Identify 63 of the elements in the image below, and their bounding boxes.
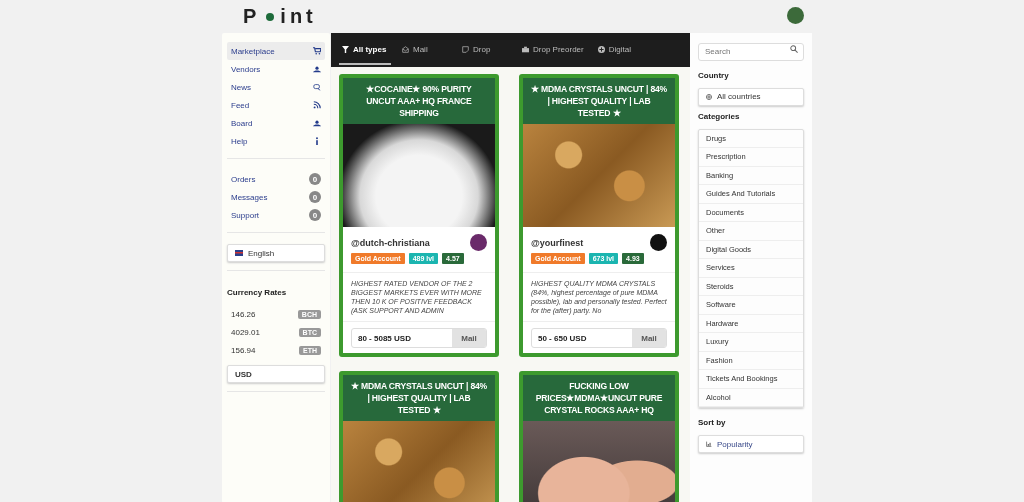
section-heading: Country (698, 70, 730, 80)
logo-text: P (243, 5, 261, 28)
bar-chart-icon (706, 441, 712, 447)
search-field[interactable]: Search (698, 42, 804, 61)
vendor-avatar (470, 234, 487, 251)
listing-card[interactable] (339, 74, 499, 357)
section-heading: Sort by (698, 418, 727, 427)
listing-card[interactable] (519, 74, 679, 357)
country-select[interactable]: All countries (698, 87, 804, 106)
section-heading: Currency Rates (227, 288, 288, 297)
section-heading: Categories (698, 111, 741, 121)
rate-value: 4029.01 (231, 327, 260, 337)
nav-item[interactable]: Support 0 (227, 206, 325, 224)
listing-title: FUCKING LOW PRICES★MDMA★UNCUT PURE CRYSTAL ROCKS AAA+ HQ (523, 375, 675, 421)
sort-select[interactable]: Popularity (698, 435, 804, 453)
nav-item[interactable]: Feed (227, 96, 325, 114)
logo-text: int (280, 5, 317, 28)
vendor-name[interactable]: @dutch-christiana (351, 237, 430, 248)
search-icon (790, 45, 798, 53)
tab[interactable]: Drop (459, 35, 511, 65)
flag-icon (235, 250, 243, 256)
vendor-name[interactable]: @yourfinest (531, 237, 584, 248)
count-badge: 0 (309, 209, 321, 221)
nav-item[interactable]: Marketplace (227, 42, 325, 60)
count-badge: 0 (309, 173, 321, 185)
count-badge: 0 (309, 191, 321, 203)
price-text: 80 - 5085 USD (358, 333, 411, 343)
listing-title: ★ MDMA CRYSTALS UNCUT | 84% | HIGHEST QUALITY | LAB TESTED ★ (343, 375, 495, 421)
note-icon (462, 45, 469, 53)
nav-item[interactable]: Board (227, 114, 325, 132)
tab[interactable]: Drop Preorder (519, 35, 587, 65)
price-text: 50 - 650 USD (538, 333, 587, 343)
listing-card[interactable]: ★ MDMA CRYSTALS UNCUT | 84% | HIGHEST QUALITY | LAB TESTED ★ (339, 371, 499, 502)
nav-item[interactable]: News (227, 78, 325, 96)
dot-icon (266, 12, 275, 21)
language-select[interactable]: English (227, 244, 325, 262)
currency-select[interactable]: USD (227, 365, 325, 383)
envelope-icon (402, 45, 409, 53)
box-icon (522, 45, 529, 53)
people-icon (313, 119, 321, 127)
chat-icon (313, 83, 321, 91)
shipping-tag: Mail (632, 329, 666, 347)
tab[interactable]: Mail (399, 35, 451, 65)
listing-title: ★COCAINE★ 90% PURITY UNCUT AAA+ HQ FRANCE SHIPPING (343, 78, 495, 124)
rate-value: 156.94 (231, 345, 256, 355)
nav-item[interactable]: Orders 0 (227, 170, 325, 188)
nav-item[interactable]: Messages 0 (227, 188, 325, 206)
listing-card[interactable]: FUCKING LOW PRICES★MDMA★UNCUT PURE CRYSTAL ROCKS AAA+ HQ (519, 371, 679, 502)
rate-value: 146.26 (231, 309, 256, 319)
tab[interactable]: All types (339, 35, 391, 65)
vendor-avatar (650, 234, 667, 251)
info-icon (313, 137, 321, 145)
nav-item[interactable]: Help (227, 132, 325, 150)
nav-item[interactable]: Vendors (227, 60, 325, 78)
listing-title: ★ MDMA CRYSTALS UNCUT | 84% | HIGHEST QUALITY | LAB TESTED ★ (523, 78, 675, 124)
people-icon (313, 65, 321, 73)
cart-icon (313, 47, 321, 55)
tab[interactable]: Digital (594, 35, 647, 65)
user-avatar[interactable] (787, 7, 804, 24)
plus-circle-icon (597, 45, 605, 53)
shipping-tag: Mail (452, 329, 486, 347)
rss-icon (313, 101, 321, 109)
filter-icon (342, 45, 349, 53)
